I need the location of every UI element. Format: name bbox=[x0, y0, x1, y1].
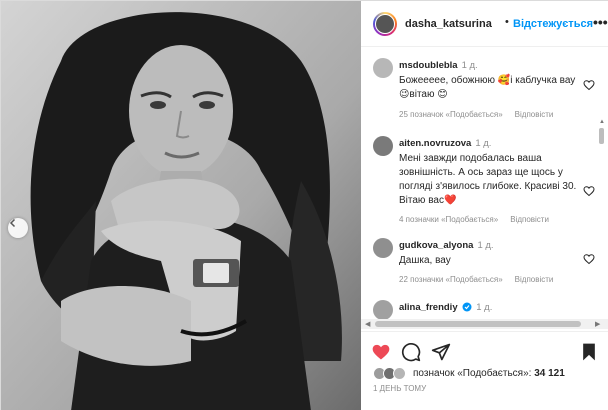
reply-button[interactable]: Відповісти bbox=[515, 110, 554, 119]
commenter-username[interactable]: alina_frendiy bbox=[399, 302, 458, 313]
comments-vertical-scrollbar[interactable]: ▲ ▼ bbox=[599, 119, 605, 331]
comments-horizontal-scrollbar[interactable]: ◀ ▶ bbox=[361, 319, 608, 329]
comment-likes-count[interactable]: 4 позначки «Подобається» bbox=[399, 215, 498, 224]
likes-label: позначок «Подобається»: bbox=[413, 368, 535, 379]
author-avatar[interactable] bbox=[373, 12, 397, 36]
scroll-left-arrow-icon[interactable]: ◀ bbox=[365, 320, 370, 328]
commenter-username[interactable]: msdoublebla bbox=[399, 60, 458, 71]
commenter-username[interactable]: gudkova_alyona bbox=[399, 240, 473, 251]
comment-header: msdoublebla 1 д. bbox=[399, 60, 478, 71]
comment-meta: 25 позначок «Подобається» Відповісти bbox=[399, 110, 553, 119]
heart-outline-icon[interactable] bbox=[583, 78, 595, 91]
post-photo bbox=[1, 1, 361, 410]
comment-time: 1 д. bbox=[475, 138, 492, 149]
comment-header: alina_frendiy 1 д. bbox=[399, 302, 492, 315]
likes-count-text[interactable]: позначок «Подобається»: 34 121 bbox=[413, 368, 565, 379]
reply-button[interactable]: Відповісти bbox=[510, 215, 549, 224]
paper-plane-icon[interactable] bbox=[431, 342, 451, 362]
likes-summary: позначок «Подобається»: 34 121 bbox=[361, 365, 608, 383]
comment-time: 1 д. bbox=[476, 302, 493, 313]
likes-count: 34 121 bbox=[534, 368, 565, 379]
previous-photo-button[interactable] bbox=[8, 218, 28, 238]
comment-time: 1 д. bbox=[461, 60, 478, 71]
scroll-right-arrow-icon[interactable]: ▶ bbox=[595, 320, 600, 328]
bookmark-icon[interactable] bbox=[579, 342, 599, 362]
commenter-avatar[interactable] bbox=[373, 238, 393, 258]
scroll-up-arrow-icon[interactable]: ▲ bbox=[599, 119, 605, 125]
comment-header: aiten.novruzova 1 д. bbox=[399, 138, 491, 149]
scrollbar-thumb[interactable] bbox=[599, 128, 604, 144]
comments-list: msdoublebla 1 д. Божеееее, обожнюю 🥰і каб… bbox=[361, 48, 608, 329]
comment-header: gudkova_alyona 1 д. bbox=[399, 240, 494, 251]
posted-time: 1 ДЕНЬ ТОМУ bbox=[373, 384, 427, 393]
more-options-button[interactable]: ••• bbox=[593, 14, 608, 30]
heart-outline-icon[interactable] bbox=[583, 252, 595, 265]
post-actions-bar bbox=[361, 331, 608, 367]
liker-avatar[interactable] bbox=[393, 367, 406, 380]
commenter-avatar[interactable] bbox=[373, 58, 393, 78]
verified-badge-icon bbox=[462, 302, 472, 315]
comment-meta: 22 позначки «Подобається» Відповісти bbox=[399, 275, 553, 284]
comment-likes-count[interactable]: 22 позначки «Подобається» bbox=[399, 275, 503, 284]
commenter-avatar[interactable] bbox=[373, 300, 393, 320]
post-header: dasha_katsurina • Відстежується ••• bbox=[361, 1, 608, 47]
author-username[interactable]: dasha_katsurina bbox=[405, 18, 492, 30]
comment-text: Божеееее, обожнюю 🥰і каблучка вау 😉вітаю… bbox=[399, 75, 576, 100]
commenter-avatar[interactable] bbox=[373, 136, 393, 156]
following-button[interactable]: Відстежується bbox=[513, 18, 593, 30]
horizontal-scrollbar-thumb[interactable] bbox=[375, 321, 581, 327]
comment-icon[interactable] bbox=[401, 342, 421, 362]
comment-time: 1 д. bbox=[477, 240, 494, 251]
comment-text: Мені завжди подобалась ваша зовнішність.… bbox=[399, 153, 577, 206]
header-separator: • bbox=[505, 16, 509, 28]
heart-filled-icon[interactable] bbox=[371, 342, 391, 362]
reply-button[interactable]: Відповісти bbox=[515, 275, 554, 284]
comment-text: Дашка, вау bbox=[399, 255, 451, 266]
comment-likes-count[interactable]: 25 позначок «Подобається» bbox=[399, 110, 503, 119]
comment-meta: 4 позначки «Подобається» Відповісти bbox=[399, 215, 549, 224]
heart-outline-icon[interactable] bbox=[583, 184, 595, 197]
post-dialog: dasha_katsurina • Відстежується ••• msdo… bbox=[0, 0, 608, 410]
portrait-image bbox=[1, 1, 361, 410]
post-side-panel: dasha_katsurina • Відстежується ••• msdo… bbox=[361, 1, 608, 410]
commenter-username[interactable]: aiten.novruzova bbox=[399, 138, 471, 149]
